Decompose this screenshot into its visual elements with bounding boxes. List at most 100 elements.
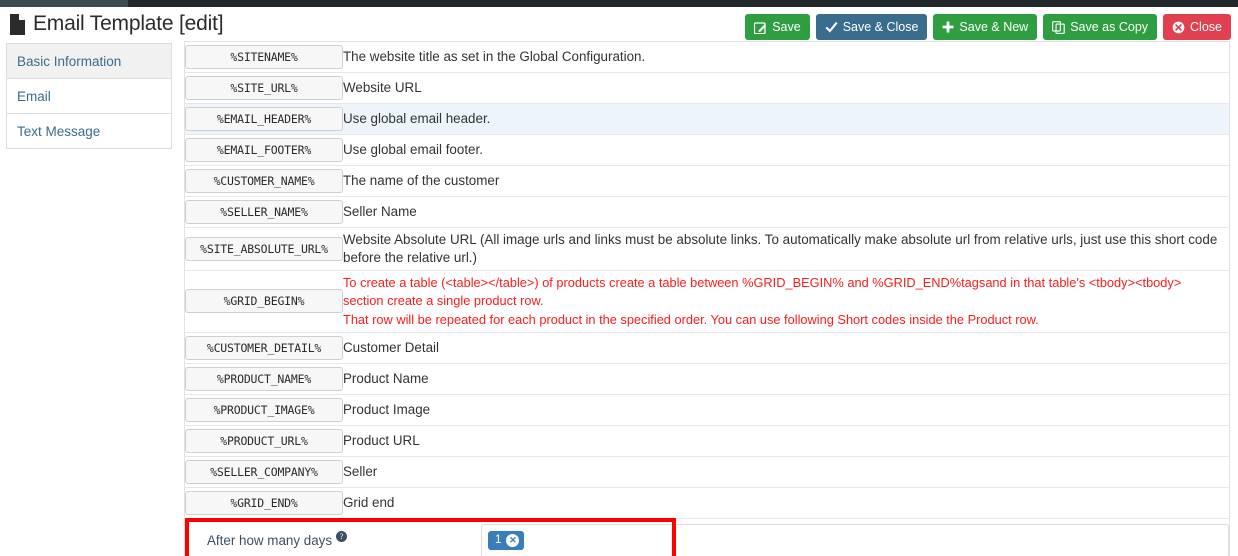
toolbar: Save Save & Close Save & New Save as Cop…: [745, 14, 1231, 40]
shortcode-token[interactable]: %PRODUCT_URL%: [185, 428, 343, 453]
shortcode-cell: %CUSTOMER_NAME%: [185, 166, 343, 197]
after-how-many-days-row: After how many days ? 1 ✕: [185, 517, 1229, 556]
save-as-copy-button-label: Save as Copy: [1070, 19, 1149, 34]
shortcode-cell: %SITE_URL%: [185, 73, 343, 104]
shortcode-cell: %SITE_ABSOLUTE_URL%: [185, 228, 343, 271]
shortcode-cell: %SELLER_COMPANY%: [185, 456, 343, 487]
after-how-many-days-label-text: After how many days: [207, 533, 333, 549]
shortcode-token[interactable]: %EMAIL_FOOTER%: [185, 138, 343, 162]
shortcode-description: Seller Name: [343, 203, 417, 219]
sidebar-item-label: Email: [17, 88, 51, 104]
table-row: %PRODUCT_URL% Product URL: [185, 425, 1229, 457]
sidebar-item-label: Basic Information: [17, 53, 122, 69]
save-button[interactable]: Save: [745, 14, 810, 40]
save-button-label: Save: [772, 19, 801, 34]
page-root: Email Template [edit] Save Save & Close …: [0, 0, 1238, 556]
save-and-close-button-label: Save & Close: [842, 19, 919, 34]
after-how-many-days-label: After how many days ?: [185, 519, 481, 556]
shortcode-description: Seller: [343, 463, 378, 479]
shortcode-description: The name of the customer: [343, 172, 500, 188]
shortcode-cell: %PRODUCT_NAME%: [185, 363, 343, 394]
shortcode-cell: %PRODUCT_IMAGE%: [185, 394, 343, 425]
tag-chip[interactable]: 1 ✕: [488, 531, 525, 551]
question-circle-icon[interactable]: ?: [336, 531, 348, 543]
grid-begin-line-2: section create a single product row.: [343, 293, 544, 309]
shortcode-token[interactable]: %SELLER_NAME%: [185, 200, 343, 224]
table-row: %SITE_URL% Website URL: [185, 73, 1229, 104]
shortcode-token[interactable]: %SELLER_COMPANY%: [185, 459, 343, 484]
sidebar-item-label: Text Message: [17, 123, 101, 139]
sidebar-item-email[interactable]: Email: [7, 79, 171, 114]
table-row: %EMAIL_FOOTER% Use global email footer.: [185, 135, 1229, 166]
shortcode-panel: %SITENAME% The website title as set in t…: [184, 41, 1230, 556]
shortcode-description: The website title as set in the Global C…: [343, 48, 646, 64]
table-row: %SITE_ABSOLUTE_URL% Website Absolute URL…: [185, 228, 1229, 271]
page-title-text: Email Template [edit]: [33, 12, 224, 35]
shortcode-token[interactable]: %SITENAME%: [185, 45, 343, 69]
grid-begin-line-3: That row will be repeated for each produ…: [343, 311, 1039, 327]
table-row: %EMAIL_HEADER% Use global email header.: [185, 103, 1229, 135]
shortcode-table: %SITENAME% The website title as set in t…: [185, 42, 1229, 519]
top-dark-strip: [0, 0, 1238, 7]
shortcode-token[interactable]: %GRID_BEGIN%: [185, 289, 343, 314]
table-row: %SITENAME% The website title as set in t…: [185, 42, 1229, 73]
page-content: Basic Information Email Text Message %SI…: [0, 41, 1238, 556]
save-as-copy-button[interactable]: Save as Copy: [1043, 14, 1158, 40]
table-row: %SELLER_COMPANY% Seller: [185, 456, 1229, 488]
table-row: %CUSTOMER_DETAIL% Customer Detail: [185, 332, 1229, 364]
shortcode-token[interactable]: %SITE_URL%: [185, 76, 343, 100]
shortcode-description: Product URL: [343, 432, 420, 448]
shortcode-description: Use global email footer.: [343, 141, 483, 157]
sidebar-tabs: Basic Information Email Text Message: [6, 43, 172, 149]
shortcode-token[interactable]: %PRODUCT_IMAGE%: [185, 397, 343, 422]
table-row: %CUSTOMER_NAME% The name of the customer: [185, 166, 1229, 197]
grid-begin-line-1: To create a table (<table></table>) of p…: [343, 275, 1182, 291]
sidebar-item-text-message[interactable]: Text Message: [7, 114, 171, 149]
plus-icon: [942, 21, 954, 33]
table-row: %PRODUCT_NAME% Product Name: [185, 363, 1229, 395]
shortcode-token[interactable]: %GRID_END%: [185, 490, 343, 515]
check-icon: [825, 21, 838, 33]
shortcode-cell: %EMAIL_HEADER%: [185, 104, 343, 135]
page-header: Email Template [edit] Save Save & Close …: [0, 7, 1238, 41]
shortcode-token[interactable]: %CUSTOMER_NAME%: [185, 169, 343, 193]
shortcode-cell: %SITENAME%: [185, 42, 343, 73]
close-button[interactable]: Close: [1163, 14, 1231, 40]
shortcode-description: Website Absolute URL (All image urls and…: [343, 232, 1218, 266]
table-row: %SELLER_NAME% Seller Name: [185, 197, 1229, 228]
document-icon: [9, 13, 26, 35]
pencil-square-icon: [754, 21, 767, 34]
tag-remove-icon[interactable]: ✕: [506, 534, 520, 548]
shortcode-description: Product Name: [343, 370, 429, 386]
copy-icon: [1052, 20, 1065, 34]
table-row: %GRID_END% Grid end: [185, 487, 1229, 519]
shortcode-token[interactable]: %SITE_ABSOLUTE_URL%: [185, 237, 343, 262]
save-and-new-button-label: Save & New: [959, 19, 1029, 34]
sidebar-item-basic-information[interactable]: Basic Information: [7, 44, 171, 79]
shortcode-description: Product Image: [343, 401, 431, 417]
top-strip-accent: [0, 0, 128, 7]
table-row-grid-begin: %GRID_BEGIN% To create a table (<table><…: [185, 271, 1229, 333]
save-and-close-button[interactable]: Save & Close: [815, 14, 928, 40]
shortcode-cell: %EMAIL_FOOTER%: [185, 135, 343, 166]
shortcode-cell: %SELLER_NAME%: [185, 197, 343, 228]
shortcode-description-grid-begin: To create a table (<table></table>) of p…: [343, 271, 1229, 332]
shortcode-token[interactable]: %PRODUCT_NAME%: [185, 366, 343, 391]
shortcode-cell: %PRODUCT_URL%: [185, 425, 343, 456]
shortcode-cell: %CUSTOMER_DETAIL%: [185, 332, 343, 363]
close-button-label: Close: [1190, 19, 1222, 34]
shortcode-description: Website URL: [343, 79, 422, 95]
save-and-new-button[interactable]: Save & New: [933, 14, 1038, 40]
shortcode-token[interactable]: %EMAIL_HEADER%: [185, 107, 343, 131]
shortcode-description: Customer Detail: [343, 339, 439, 355]
shortcode-description: Grid end: [343, 494, 395, 510]
shortcode-token[interactable]: %CUSTOMER_DETAIL%: [185, 335, 343, 360]
table-row: %PRODUCT_IMAGE% Product Image: [185, 394, 1229, 426]
shortcode-description: Use global email header.: [343, 110, 491, 126]
times-circle-icon: [1172, 21, 1185, 34]
page-title: Email Template [edit]: [9, 7, 224, 41]
shortcode-cell: %GRID_END%: [185, 487, 343, 518]
after-how-many-days-input[interactable]: 1 ✕: [481, 523, 1229, 556]
shortcode-cell: %GRID_BEGIN%: [185, 271, 343, 332]
tag-chip-value: 1: [495, 533, 502, 546]
